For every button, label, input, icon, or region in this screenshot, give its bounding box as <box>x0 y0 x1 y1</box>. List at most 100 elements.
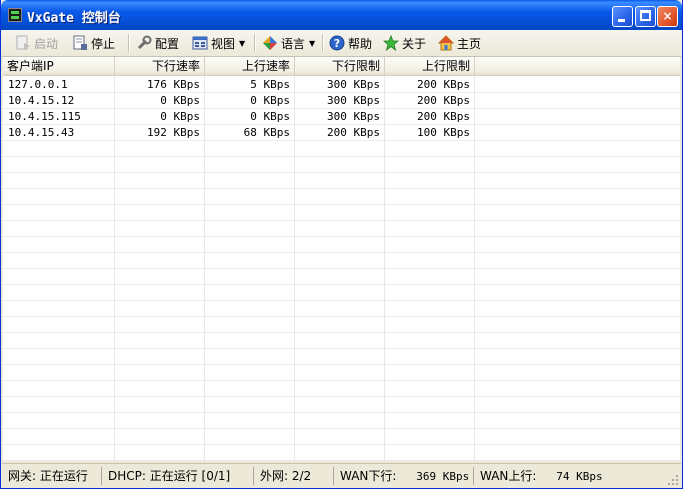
cell-down-limit: 300 KBps <box>327 94 380 107</box>
language-menu-button[interactable]: 语言 ▼ <box>262 32 315 54</box>
start-icon <box>15 35 31 51</box>
toolbar: 启动 停止 配置 视图 ▼ 语言 ▼ ? 帮助 关于 主页 <box>2 30 681 57</box>
close-icon: × <box>662 9 673 23</box>
column-header-up-limit[interactable]: 上行限制 <box>385 57 475 75</box>
toolbar-separator <box>322 34 324 52</box>
about-label: 关于 <box>402 36 427 51</box>
grid-line <box>3 300 680 301</box>
status-dhcp: DHCP: 正在运行 [0/1] <box>104 467 254 485</box>
grid-line <box>3 380 680 381</box>
toolbar-separator <box>128 34 130 52</box>
table-row[interactable]: 10.4.15.12 0 KBps 0 KBps 300 KBps 200 KB… <box>3 93 680 109</box>
cell-down-limit: 300 KBps <box>327 110 380 123</box>
status-wan: 外网: 2/2 <box>256 467 334 485</box>
grid-line <box>3 220 680 221</box>
stop-label: 停止 <box>91 36 116 51</box>
grid-line <box>3 252 680 253</box>
grid-line <box>3 428 680 429</box>
view-icon <box>192 35 208 51</box>
status-wan-up: WAN上行: 74 KBps <box>476 467 666 485</box>
cell-up-limit: 200 KBps <box>417 78 470 91</box>
start-button[interactable]: 启动 <box>15 32 58 54</box>
cell-up-rate: 68 KBps <box>243 126 290 139</box>
grid-line <box>3 316 680 317</box>
cell-down-limit: 300 KBps <box>327 78 380 91</box>
window-title: VxGate 控制台 <box>27 11 121 26</box>
grid-line <box>3 236 680 237</box>
cell-up-rate: 0 KBps <box>250 110 290 123</box>
language-label: 语言 <box>281 36 306 51</box>
home-label: 主页 <box>457 36 482 51</box>
help-icon: ? <box>329 35 345 51</box>
cell-down-limit: 200 KBps <box>327 126 380 139</box>
grid-line <box>3 444 680 445</box>
wrench-icon <box>136 35 152 51</box>
config-label: 配置 <box>155 36 180 51</box>
grid-line <box>3 412 680 413</box>
language-icon <box>262 35 278 51</box>
cell-client-ip: 10.4.15.12 <box>8 94 75 107</box>
app-icon <box>8 8 22 22</box>
wan-down-label: WAN下行: <box>340 469 397 483</box>
cell-down-rate: 192 KBps <box>147 126 200 139</box>
config-button[interactable]: 配置 <box>136 32 179 54</box>
grid-line <box>3 156 680 157</box>
table-row[interactable]: 127.0.0.1 176 KBps 5 KBps 300 KBps 200 K… <box>3 77 680 93</box>
grid-line <box>3 396 680 397</box>
grid-line <box>3 268 680 269</box>
column-header-down-limit[interactable]: 下行限制 <box>295 57 385 75</box>
stop-button[interactable]: 停止 <box>72 32 115 54</box>
table-row[interactable]: 10.4.15.43 192 KBps 68 KBps 200 KBps 100… <box>3 125 680 141</box>
home-button[interactable]: 主页 <box>437 32 482 54</box>
grid-line <box>3 284 680 285</box>
grid-line <box>3 460 680 461</box>
view-label: 视图 <box>211 36 236 51</box>
view-menu-button[interactable]: 视图 ▼ <box>192 32 245 54</box>
resize-grip-icon[interactable] <box>667 474 679 486</box>
cell-up-limit: 200 KBps <box>417 110 470 123</box>
wan-up-label: WAN上行: <box>480 469 537 483</box>
client-table[interactable]: 客户端IP 下行速率 上行速率 下行限制 上行限制 127.0.0.1 176 … <box>3 57 680 461</box>
grid-line <box>3 364 680 365</box>
start-label: 启动 <box>34 36 59 51</box>
grid-line <box>3 332 680 333</box>
cell-up-rate: 0 KBps <box>250 94 290 107</box>
maximize-button[interactable] <box>635 6 656 27</box>
wan-up-value: 74 KBps <box>556 470 603 483</box>
cell-down-rate: 0 KBps <box>160 110 200 123</box>
title-bar[interactable]: VxGate 控制台 × <box>1 0 682 30</box>
chevron-down-icon: ▼ <box>309 38 316 48</box>
cell-up-limit: 100 KBps <box>417 126 470 139</box>
grid-line <box>3 348 680 349</box>
about-button[interactable]: 关于 <box>382 32 427 54</box>
table-row[interactable]: 10.4.15.115 0 KBps 0 KBps 300 KBps 200 K… <box>3 109 680 125</box>
table-header: 客户端IP 下行速率 上行速率 下行限制 上行限制 <box>3 57 680 76</box>
cell-down-rate: 0 KBps <box>160 94 200 107</box>
cell-down-rate: 176 KBps <box>147 78 200 91</box>
grid-line <box>3 172 680 173</box>
help-label: 帮助 <box>348 36 373 51</box>
grid-line <box>3 188 680 189</box>
cell-client-ip: 10.4.15.115 <box>8 110 81 123</box>
toolbar-separator <box>254 34 256 52</box>
wan-down-value: 369 KBps <box>416 470 470 483</box>
app-window: VxGate 控制台 × 启动 停止 配置 视图 ▼ 语言 ▼ ? 帮助 关于 … <box>0 0 683 489</box>
star-icon <box>382 34 400 52</box>
stop-icon <box>72 35 88 51</box>
close-button[interactable]: × <box>657 6 678 27</box>
column-header-up-rate[interactable]: 上行速率 <box>205 57 295 75</box>
grid-line <box>3 204 680 205</box>
home-icon <box>437 35 455 51</box>
column-header-client-ip[interactable]: 客户端IP <box>3 57 115 75</box>
cell-up-limit: 200 KBps <box>417 94 470 107</box>
maximize-icon <box>640 10 651 21</box>
cell-client-ip: 127.0.0.1 <box>8 78 68 91</box>
column-header-down-rate[interactable]: 下行速率 <box>115 57 205 75</box>
minimize-button[interactable] <box>612 6 633 27</box>
status-gateway: 网关: 正在运行 <box>4 467 102 485</box>
svg-text:?: ? <box>334 37 340 50</box>
cell-up-rate: 5 KBps <box>250 78 290 91</box>
status-wan-down: WAN下行: 369 KBps <box>336 467 474 485</box>
minimize-icon <box>618 19 625 22</box>
help-button[interactable]: ? 帮助 <box>329 32 372 54</box>
